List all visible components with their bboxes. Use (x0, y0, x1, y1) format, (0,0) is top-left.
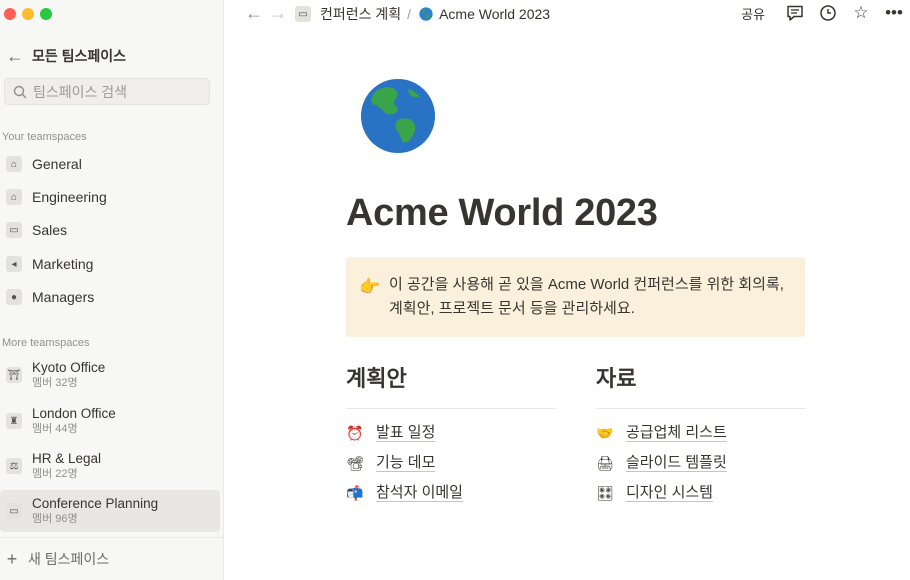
printer-icon: 🖨 (596, 454, 614, 471)
comment-icon[interactable] (785, 3, 805, 23)
home-icon: ⌂ (6, 156, 22, 172)
page-link-slide-template[interactable]: 슬라이드 템플릿 (626, 454, 727, 472)
more-options-icon[interactable]: ••• (884, 3, 904, 23)
sidebar-item-label: Managers (32, 289, 95, 305)
mailbox-icon: 📬 (346, 484, 364, 501)
page-actions: 공유 ☆ ••• (741, 3, 910, 23)
teamspace-hr-legal[interactable]: ⚖ HR & Legal 멤버 22명 (0, 445, 220, 487)
new-teamspace-label: 새 팀스페이스 (28, 551, 110, 567)
megaphone-icon: ◂ (6, 256, 22, 272)
back-arrow-icon[interactable]: ← (244, 3, 264, 23)
teamspace-member-count: 멤버 44명 (32, 423, 78, 435)
close-window-button[interactable] (4, 8, 16, 20)
money-icon: ▭ (6, 222, 22, 238)
sidebar-item-label: Marketing (32, 256, 94, 272)
list-item: 🖨 슬라이드 템플릿 (596, 448, 727, 478)
sidebar-item-sales[interactable]: ▭ Sales (0, 215, 220, 245)
sidebar-item-marketing[interactable]: ◂ Marketing (0, 249, 220, 279)
column-divider (596, 408, 806, 409)
projector-icon: 📽 (346, 454, 364, 471)
topbar: ← → ▭ 컨퍼런스 계획 / Acme World 2023 공유 ☆ ••• (224, 0, 910, 28)
alarm-clock-icon: ⏰ (346, 424, 364, 441)
more-teamspaces-heading: More teamspaces (2, 337, 90, 349)
plus-icon: + (6, 549, 18, 569)
control-knobs-icon: 🎛 (596, 484, 614, 501)
sidebar-item-managers[interactable]: ● Managers (0, 282, 220, 312)
teamspace-member-count: 멤버 96명 (32, 513, 78, 525)
home-icon: ⌂ (6, 189, 22, 205)
list-item: 📽 기능 데모 (346, 448, 463, 478)
plans-column: 계획안 ⏰ 발표 일정 📽 기능 데모 📬 참석자 이메일 (346, 362, 556, 502)
pointing-hand-icon: 👉 (359, 277, 381, 296)
minimize-window-button[interactable] (22, 8, 34, 20)
teamspace-kyoto-office[interactable]: ⛩ Kyoto Office 멤버 32명 (0, 354, 220, 396)
handshake-icon: 🤝 (596, 424, 614, 441)
forward-arrow-icon[interactable]: → (268, 3, 288, 23)
torii-icon: ⛩ (6, 367, 22, 383)
history-navigation: ← → (244, 3, 288, 23)
ticket-icon: ▭ (295, 6, 311, 22)
page-link-presentation-schedule[interactable]: 발표 일정 (376, 424, 436, 442)
callout-text: 이 공간을 사용해 곧 있을 Acme World 컨퍼런스를 위한 회의록, … (389, 276, 784, 317)
share-button[interactable]: 공유 (741, 4, 765, 23)
page-link-design-system[interactable]: 디자인 시스템 (626, 484, 713, 502)
sidebar-item-label: General (32, 156, 82, 172)
page-link-attendee-email[interactable]: 참석자 이메일 (376, 484, 463, 502)
column-divider (346, 408, 556, 409)
castle-icon: ♜ (6, 413, 22, 429)
teamspace-name: Kyoto Office (32, 360, 106, 375)
search-icon (13, 85, 27, 98)
plans-heading: 계획안 (346, 366, 407, 391)
resources-column: 자료 🤝 공급업체 리스트 🖨 슬라이드 템플릿 🎛 디자인 시스템 (596, 362, 806, 502)
breadcrumb-separator: / (407, 6, 412, 22)
sidebar-item-label: Sales (32, 222, 68, 238)
teamspace-name: Conference Planning (32, 496, 159, 511)
list-item: 🎛 디자인 시스템 (596, 478, 727, 508)
history-clock-icon[interactable] (818, 3, 838, 23)
list-item: 📬 참석자 이메일 (346, 478, 463, 508)
callout-block: 👉 이 공간을 사용해 곧 있을 Acme World 컨퍼런스를 위한 회의록… (346, 257, 805, 337)
page-link-feature-demo[interactable]: 기능 데모 (376, 454, 436, 472)
new-teamspace-button[interactable]: + 새 팀스페이스 (4, 548, 109, 570)
scales-icon: ⚖ (6, 458, 22, 474)
teamspace-member-count: 멤버 22명 (32, 468, 78, 480)
sidebar-item-label: Engineering (32, 189, 107, 205)
your-teamspaces-heading: Your teamspaces (2, 131, 87, 143)
teamspace-search[interactable] (4, 78, 210, 105)
page-title[interactable]: Acme World 2023 (346, 192, 658, 235)
teamspace-name: London Office (32, 406, 116, 421)
breadcrumb-current[interactable]: Acme World 2023 (439, 6, 550, 22)
sidebar-divider (0, 537, 224, 538)
breadcrumb-parent[interactable]: 컨퍼런스 계획 (320, 4, 401, 24)
all-teamspaces-label: 모든 팀스페이스 (32, 48, 127, 64)
globe-page-icon (360, 78, 436, 154)
resources-heading: 자료 (596, 366, 637, 391)
arrow-left-icon: ← (6, 46, 24, 66)
sidebar-item-general[interactable]: ⌂ General (0, 149, 220, 179)
list-item: 🤝 공급업체 리스트 (596, 418, 727, 448)
sidebar: ← 모든 팀스페이스 Your teamspaces ⌂ General ⌂ E… (0, 0, 224, 580)
window-controls (4, 8, 52, 20)
sidebar-item-engineering[interactable]: ⌂ Engineering (0, 182, 220, 212)
people-icon: ● (6, 289, 22, 305)
all-teamspaces-back-button[interactable]: ← 모든 팀스페이스 (2, 44, 202, 68)
teamspace-conference-planning[interactable]: ▭ Conference Planning 멤버 96명 (0, 490, 220, 532)
teamspace-london-office[interactable]: ♜ London Office 멤버 44명 (0, 400, 220, 442)
globe-icon (419, 7, 433, 21)
breadcrumb: ▭ 컨퍼런스 계획 / Acme World 2023 (295, 4, 550, 24)
teamspace-search-input[interactable] (33, 83, 193, 100)
ticket-icon: ▭ (6, 503, 22, 519)
list-item: ⏰ 발표 일정 (346, 418, 463, 448)
page-link-vendor-list[interactable]: 공급업체 리스트 (626, 424, 727, 442)
teamspace-name: HR & Legal (32, 451, 102, 466)
teamspace-member-count: 멤버 32명 (32, 377, 78, 389)
favorite-star-icon[interactable]: ☆ (851, 3, 871, 23)
zoom-window-button[interactable] (40, 8, 52, 20)
